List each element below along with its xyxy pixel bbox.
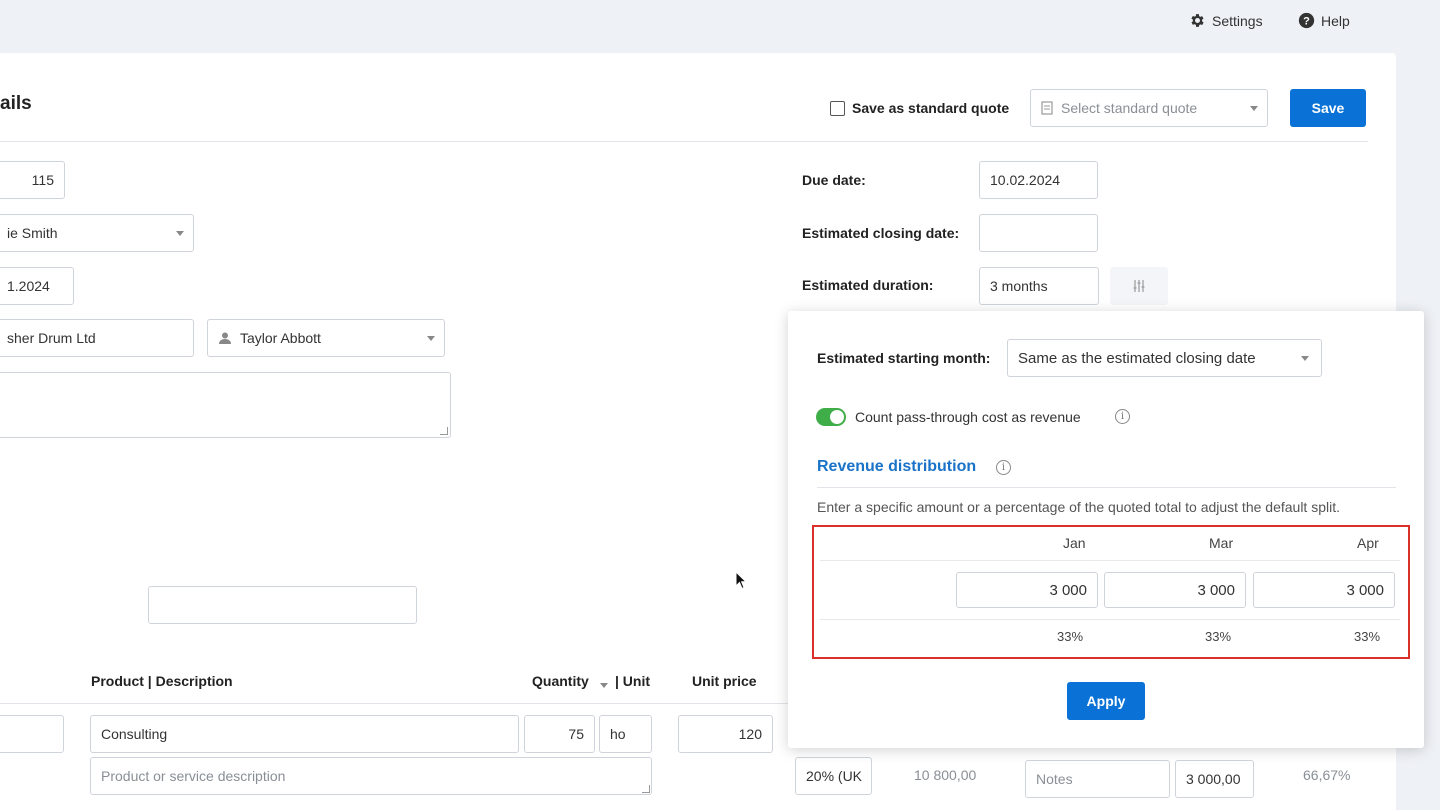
month-header: Apr <box>1357 535 1379 551</box>
owner-select[interactable]: ie Smith <box>0 214 194 252</box>
due-date-field[interactable]: 10.02.2024 <box>979 161 1098 199</box>
apply-button[interactable]: Apply <box>1067 682 1145 720</box>
save-button[interactable]: Save <box>1290 89 1366 127</box>
person-icon <box>219 332 231 344</box>
notes-field[interactable]: Notes <box>1025 760 1170 798</box>
help-link[interactable]: ? Help <box>1298 12 1350 29</box>
month-percentage: 33% <box>1205 629 1232 644</box>
resize-handle-icon[interactable] <box>642 785 650 793</box>
revenue-help-text: Enter a specific amount or a percentage … <box>817 499 1340 515</box>
distribution-row-divider <box>820 619 1400 620</box>
vat-select[interactable]: 20% (UK <box>795 757 872 795</box>
cost-field[interactable]: 3 000,00 <box>1175 760 1254 798</box>
description-field[interactable]: Product or service description <box>90 757 652 795</box>
col-unit-price: Unit price <box>692 673 757 689</box>
month-percentage: 33% <box>1057 629 1084 644</box>
contact-value: Taylor Abbott <box>240 330 321 346</box>
settings-link[interactable]: Settings <box>1189 12 1263 29</box>
info-icon[interactable]: i <box>996 460 1011 475</box>
chevron-down-icon <box>1250 106 1258 111</box>
month-percentage: 33% <box>1354 629 1381 644</box>
revenue-divider <box>817 487 1396 488</box>
col-unit: | Unit <box>615 673 651 689</box>
document-icon <box>1041 101 1053 115</box>
revenue-distribution-title: Revenue distribution <box>817 458 977 475</box>
month-header: Jan <box>1063 535 1086 551</box>
closing-date-field[interactable] <box>979 214 1098 252</box>
month-header: Mar <box>1209 535 1234 551</box>
contact-select[interactable]: Taylor Abbott <box>207 319 445 357</box>
save-standard-label: Save as standard quote <box>852 100 1010 116</box>
chevron-down-icon <box>176 231 184 236</box>
select-standard-quote[interactable]: Select standard quote <box>1030 89 1268 127</box>
notes-textarea[interactable] <box>0 372 451 438</box>
row-leading-input[interactable] <box>0 715 64 753</box>
pass-through-toggle[interactable] <box>816 408 846 426</box>
company-field[interactable]: sher Drum Ltd <box>0 319 194 357</box>
select-standard-placeholder: Select standard quote <box>1061 100 1198 116</box>
month-amount-input[interactable]: 3 000 <box>956 572 1098 608</box>
chevron-down-icon <box>1301 356 1309 361</box>
svg-text:?: ? <box>1303 15 1310 27</box>
quantity-field[interactable]: 75 <box>524 715 595 753</box>
starting-month-label: Estimated starting month: <box>817 350 991 366</box>
save-standard-checkbox[interactable] <box>830 101 845 116</box>
starting-month-select[interactable]: Same as the estimated closing date <box>1007 339 1322 377</box>
sliders-icon <box>1133 280 1145 292</box>
table-header-divider <box>0 703 790 704</box>
duration-field[interactable]: 3 months <box>979 267 1099 305</box>
settings-label: Settings <box>1212 12 1263 29</box>
extra-input[interactable] <box>148 586 417 624</box>
distribution-row-divider <box>820 560 1400 561</box>
header-divider <box>0 141 1368 142</box>
distribution-settings-button[interactable] <box>1110 267 1168 305</box>
row-margin: 66,67% <box>1303 767 1351 783</box>
row-total: 10 800,00 <box>914 767 977 783</box>
col-product-description: Product | Description <box>91 673 233 689</box>
sort-caret-icon[interactable] <box>600 683 608 688</box>
date-field[interactable]: 1.2024 <box>0 267 74 305</box>
col-quantity[interactable]: Quantity <box>532 673 589 689</box>
quote-number-field[interactable]: 115 <box>0 161 65 199</box>
duration-label: Estimated duration: <box>802 277 934 293</box>
due-date-label: Due date: <box>802 172 866 188</box>
unit-field[interactable]: ho <box>599 715 652 753</box>
gear-icon <box>1191 14 1204 27</box>
info-icon[interactable]: i <box>1115 409 1130 424</box>
closing-date-label: Estimated closing date: <box>802 225 960 241</box>
product-field[interactable]: Consulting <box>90 715 519 753</box>
owner-value: ie Smith <box>7 225 58 241</box>
month-amount-input[interactable]: 3 000 <box>1253 572 1395 608</box>
month-amount-input[interactable]: 3 000 <box>1104 572 1246 608</box>
chevron-down-icon <box>427 336 435 341</box>
resize-handle-icon[interactable] <box>440 427 448 435</box>
page-title: ails <box>0 93 32 114</box>
help-icon: ? <box>1298 12 1315 29</box>
mouse-cursor-icon <box>735 571 747 590</box>
pass-through-label: Count pass-through cost as revenue <box>855 409 1081 425</box>
unit-price-field[interactable]: 120 <box>678 715 773 753</box>
starting-month-value: Same as the estimated closing date <box>1018 349 1256 367</box>
help-label: Help <box>1321 12 1350 29</box>
